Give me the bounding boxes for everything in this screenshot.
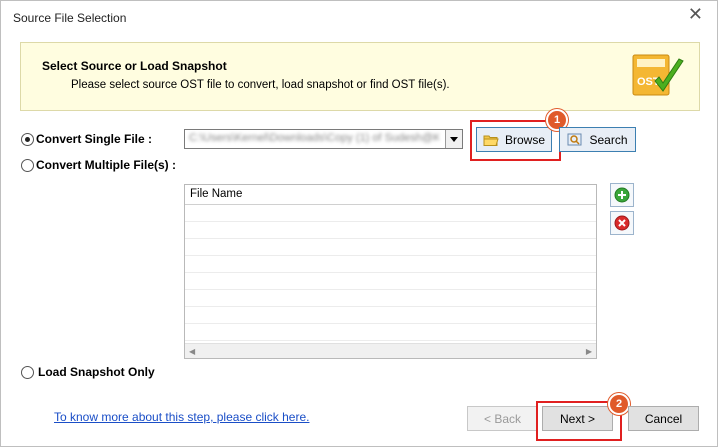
delete-icon (614, 215, 630, 231)
file-list-grid[interactable]: File Name ◀ ▶ (184, 184, 597, 359)
plus-icon (614, 187, 630, 203)
header-title: Select Source or Load Snapshot (42, 59, 227, 73)
folder-icon (483, 135, 499, 146)
close-icon[interactable]: ✕ (688, 5, 703, 23)
list-item (185, 205, 596, 222)
load-snapshot-radio[interactable] (21, 366, 34, 379)
file-name-column-header: File Name (185, 185, 596, 205)
source-file-combo[interactable]: C:\Users\Kernel\Downloads\Copy (1) of Su… (184, 129, 463, 149)
convert-single-radio[interactable] (21, 133, 34, 146)
cancel-button[interactable]: Cancel (628, 406, 699, 431)
list-item (185, 239, 596, 256)
next-button[interactable]: Next > (542, 406, 613, 431)
convert-multiple-radio[interactable] (21, 159, 34, 172)
list-item (185, 290, 596, 307)
window-title: Source File Selection (13, 11, 127, 25)
list-item (185, 256, 596, 273)
horizontal-scrollbar[interactable]: ◀ ▶ (185, 343, 596, 358)
remove-file-button[interactable] (610, 211, 634, 235)
list-item (185, 273, 596, 290)
list-item (185, 222, 596, 239)
search-icon (567, 133, 582, 145)
convert-single-label: Convert Single File : (36, 132, 153, 146)
dialog-window: Source File Selection ✕ Select Source or… (0, 0, 718, 447)
list-item (185, 307, 596, 324)
step-badge-2: 2 (608, 393, 630, 415)
help-link[interactable]: To know more about this step, please cli… (54, 410, 309, 424)
browse-button[interactable]: Browse (476, 127, 552, 152)
ost-logo-icon: OST (632, 54, 684, 96)
search-label: Search (589, 132, 628, 147)
list-item (185, 324, 596, 341)
scroll-right-icon[interactable]: ▶ (586, 347, 592, 356)
chevron-down-icon[interactable] (445, 130, 462, 148)
source-file-path: C:\Users\Kernel\Downloads\Copy (1) of Su… (189, 132, 439, 144)
convert-multiple-label: Convert Multiple File(s) : (36, 158, 177, 172)
load-snapshot-label: Load Snapshot Only (38, 365, 155, 379)
back-button[interactable]: < Back (467, 406, 538, 431)
header-panel: Select Source or Load Snapshot Please se… (20, 42, 700, 111)
search-button[interactable]: Search (559, 127, 636, 152)
browse-label: Browse (504, 132, 545, 147)
add-file-button[interactable] (610, 183, 634, 207)
scroll-left-icon[interactable]: ◀ (189, 347, 195, 356)
header-subtitle: Please select source OST file to convert… (71, 79, 450, 91)
